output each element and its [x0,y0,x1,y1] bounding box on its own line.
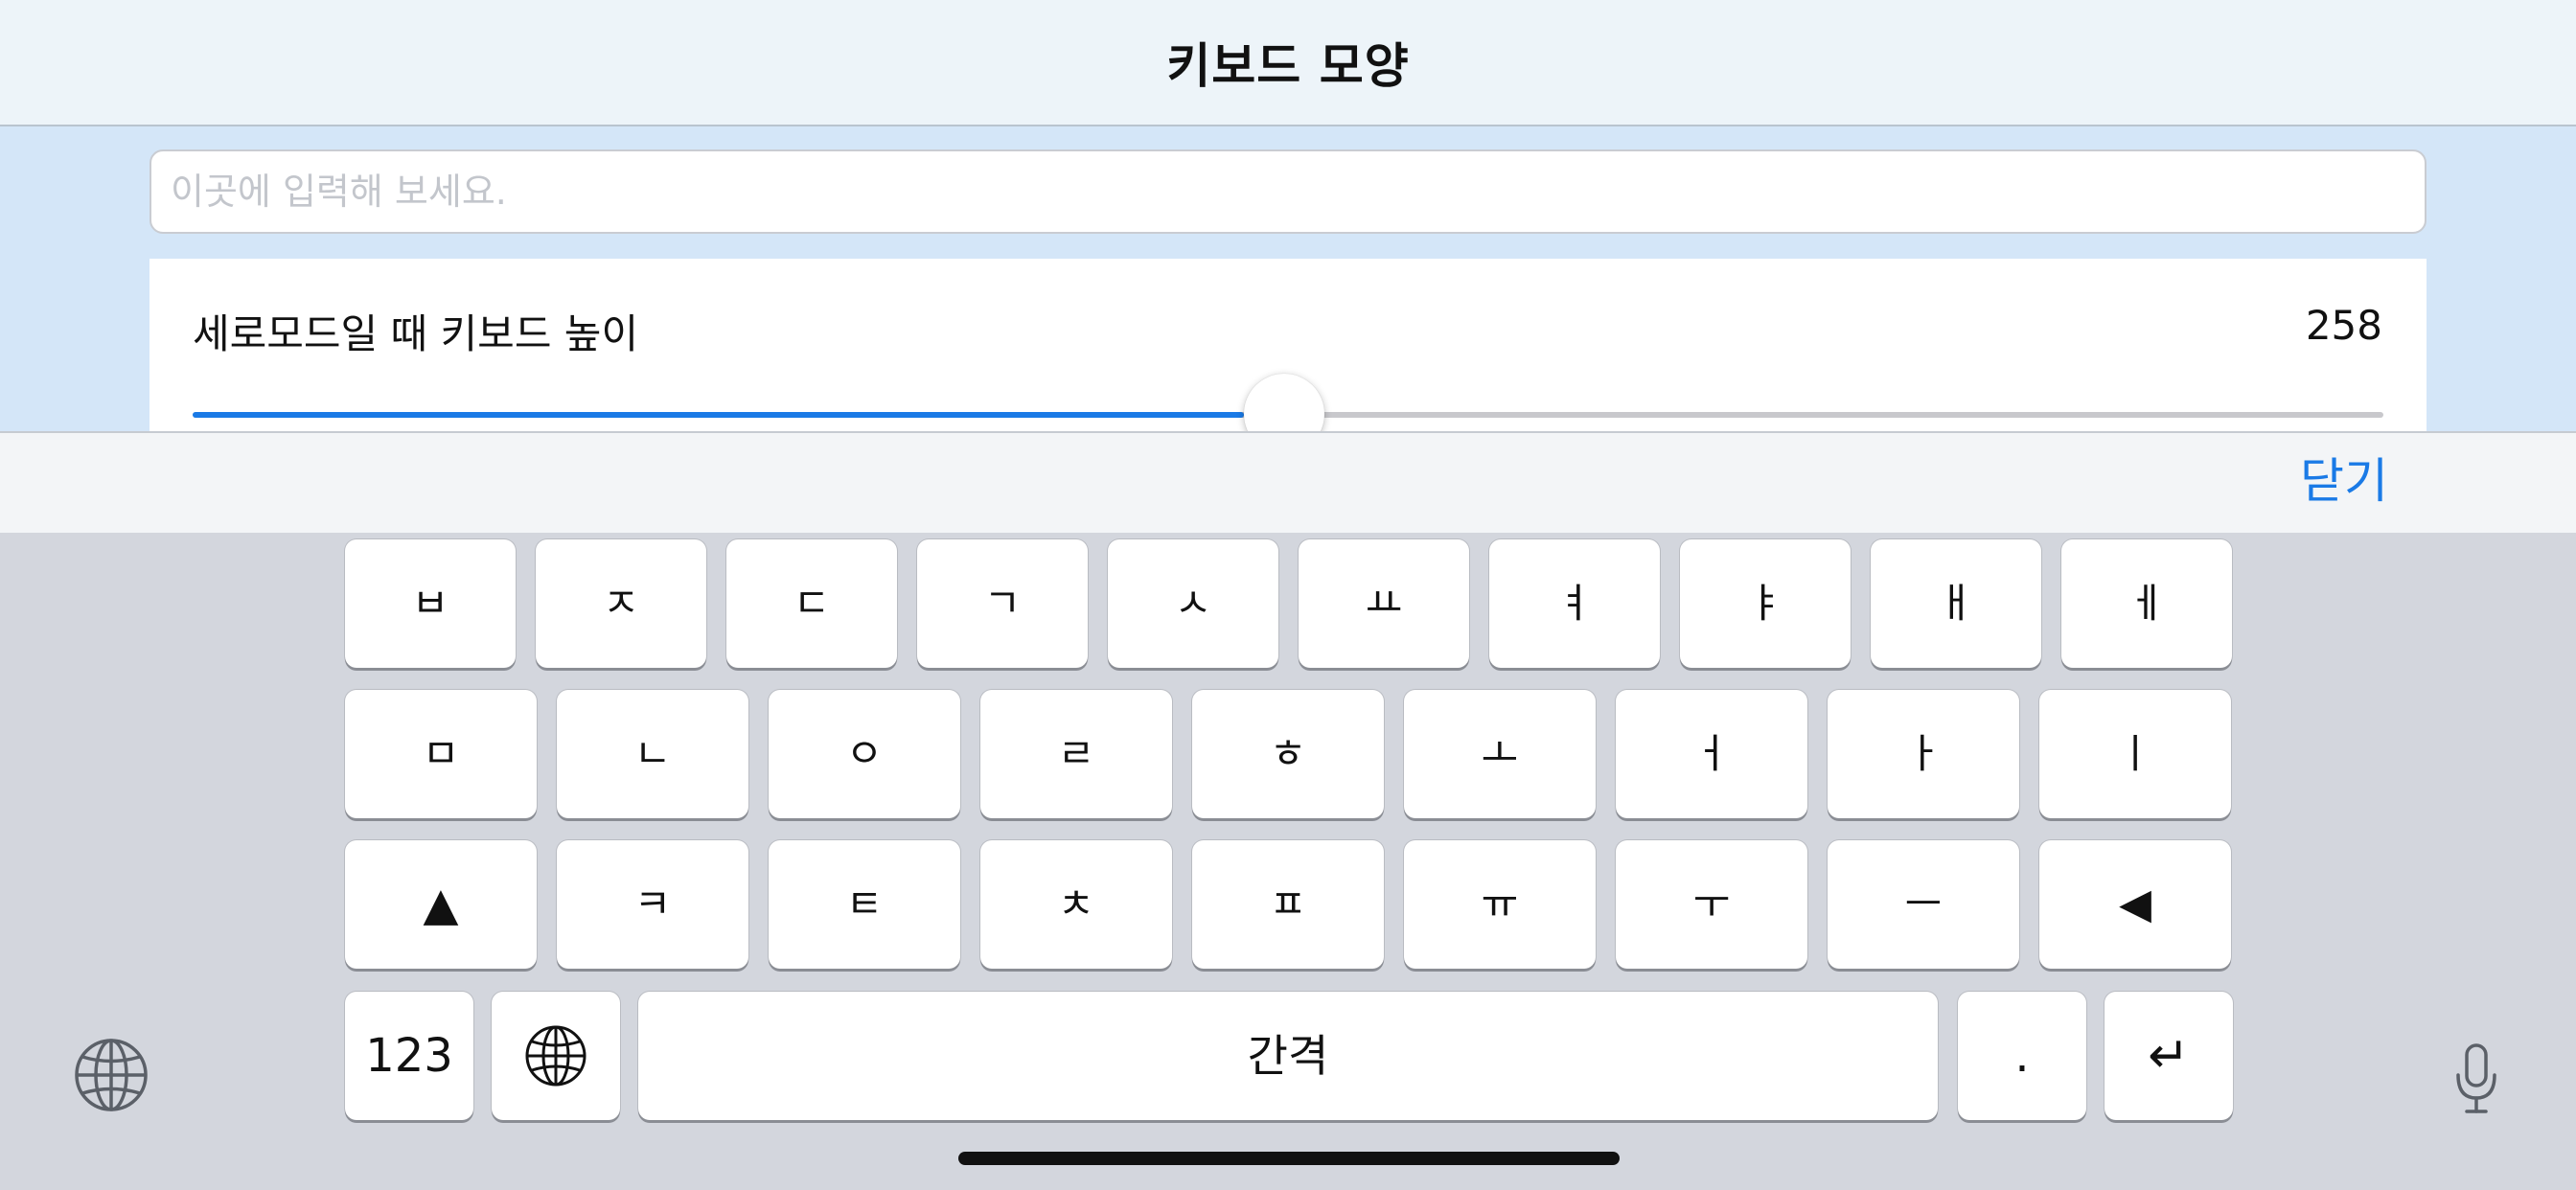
key-label: ㅎ [1269,730,1307,777]
key-3-5[interactable]: ㅠ [1404,840,1596,969]
keyboard-height-setting: 세로모드일 때 키보드 높이 258 [150,259,2426,431]
key-label: ㅐ [1937,580,1975,627]
key-label: ㅗ [1481,730,1519,777]
key-label: ㅈ [602,580,640,627]
key-label: ㅣ [2116,730,2154,777]
key-label: ㅋ [633,881,672,927]
key-1-0[interactable]: ㅂ [345,539,516,668]
keyboard-height-value: 258 [2305,302,2382,349]
key-label: ㅕ [1555,580,1594,627]
settings-content: 세로모드일 때 키보드 높이 258 [0,126,2576,431]
keyboard-height-slider[interactable] [193,374,2383,431]
key-label: ㅜ [1692,881,1731,927]
key-3-6[interactable]: ㅜ [1616,840,1807,969]
key-2-8[interactable]: ㅣ [2039,690,2231,818]
backspace-key[interactable]: ◀ [2039,840,2231,969]
page-title: 키보드 모양 [1166,38,1410,94]
home-indicator [958,1152,1620,1165]
key-label: ▲ [423,878,459,931]
key-label: ㄴ [633,730,672,777]
key-2-0[interactable]: ㅁ [345,690,537,818]
key-label: ㅡ [1904,881,1943,927]
key-label: ㄹ [1057,730,1095,777]
key-label: ㅛ [1365,580,1403,627]
key-2-7[interactable]: ㅏ [1828,690,2019,818]
key-label: ㅂ [411,580,449,627]
key-label: ㅅ [1174,580,1212,627]
key-label: ㅇ [845,730,884,777]
return-key[interactable]: ↵ [2104,992,2233,1120]
navigation-bar: 키보드 모양 [0,0,2576,126]
key-label: ㅍ [1269,881,1307,927]
space-key-label: 간격 [1247,1030,1329,1082]
key-1-2[interactable]: ㄷ [726,539,897,668]
key-label: ㅑ [1746,580,1784,627]
keyboard-height-label: 세로모드일 때 키보드 높이 [193,310,639,357]
key-1-1[interactable]: ㅈ [536,539,706,668]
key-2-5[interactable]: ㅗ [1404,690,1596,818]
key-2-2[interactable]: ㅇ [769,690,960,818]
globe-key[interactable] [492,992,620,1120]
globe-icon[interactable] [73,1037,150,1113]
key-label: ㄷ [793,580,831,627]
key-label: ㅌ [845,881,884,927]
return-key-label: ↵ [2148,1027,2190,1085]
key-1-6[interactable]: ㅕ [1489,539,1660,668]
key-label: ㅔ [2128,580,2166,627]
key-label: ◀ [2119,880,2151,928]
key-label: ㅁ [422,730,460,777]
key-label: ㅏ [1904,730,1943,777]
key-1-7[interactable]: ㅑ [1680,539,1851,668]
period-key-label: . [2014,1029,2030,1083]
key-3-1[interactable]: ㅋ [557,840,748,969]
period-key[interactable]: . [1958,992,2086,1120]
globe-icon [525,1025,586,1087]
key-3-4[interactable]: ㅍ [1192,840,1384,969]
keyboard-accessory-bar: 닫기 [0,431,2576,533]
key-3-2[interactable]: ㅌ [769,840,960,969]
key-label: ㅊ [1057,881,1095,927]
numbers-key[interactable]: 123 [345,992,473,1120]
key-label: ㄱ [983,580,1022,627]
key-label: ㅓ [1692,730,1731,777]
shift-key[interactable]: ▲ [345,840,537,969]
korean-keyboard: ㅂㅈㄷㄱㅅㅛㅕㅑㅐㅔ ㅁㄴㅇㄹㅎㅗㅓㅏㅣ ▲ ㅋㅌㅊㅍㅠㅜㅡ ◀ 123 간격 . … [0,533,2576,1190]
key-2-3[interactable]: ㄹ [980,690,1172,818]
key-2-6[interactable]: ㅓ [1616,690,1807,818]
key-1-9[interactable]: ㅔ [2061,539,2232,668]
slider-thumb[interactable] [1244,374,1325,431]
key-1-8[interactable]: ㅐ [1871,539,2041,668]
test-input[interactable] [150,149,2426,234]
numbers-key-label: 123 [365,1029,453,1083]
slider-fill [193,412,1245,418]
key-label: ㅠ [1481,881,1519,927]
space-key[interactable]: 간격 [638,992,1938,1120]
key-2-4[interactable]: ㅎ [1192,690,1384,818]
key-1-4[interactable]: ㅅ [1108,539,1278,668]
key-2-1[interactable]: ㄴ [557,690,748,818]
key-1-5[interactable]: ㅛ [1299,539,1469,668]
key-1-3[interactable]: ㄱ [917,539,1088,668]
close-button[interactable]: 닫기 [2300,443,2388,519]
microphone-icon[interactable] [2453,1042,2499,1115]
key-3-7[interactable]: ㅡ [1828,840,2019,969]
key-3-3[interactable]: ㅊ [980,840,1172,969]
